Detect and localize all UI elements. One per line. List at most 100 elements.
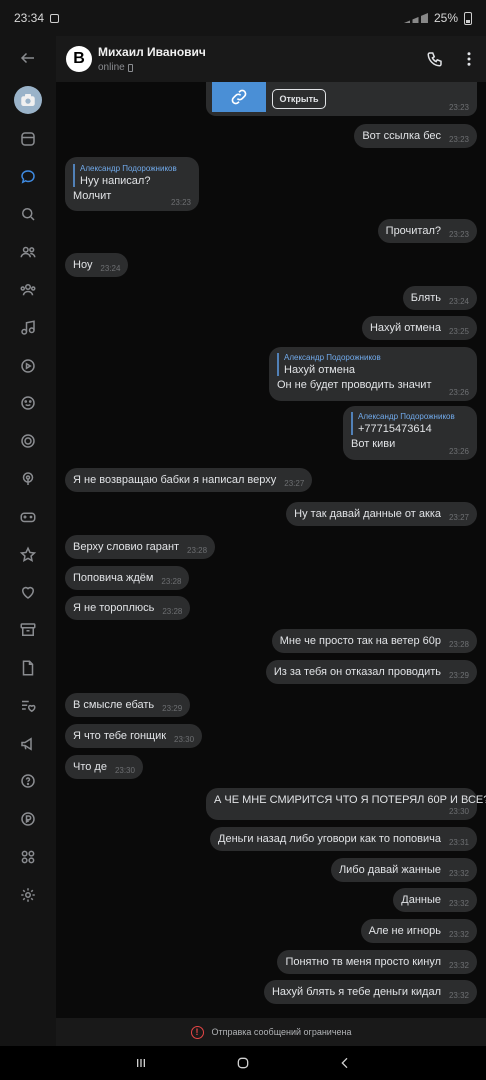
message-time: 23:26 [448, 447, 469, 456]
message-incoming[interactable]: Что де 23:30 [65, 755, 143, 779]
sidebar-item-ads[interactable] [0, 725, 56, 763]
sidebar-item-games[interactable] [0, 498, 56, 536]
link-preview-card[interactable]: Открыть 23:23 [206, 82, 477, 116]
message-outgoing[interactable]: Мне че просто так на ветер 60р 23:28 [271, 629, 477, 653]
wishlist-icon [22, 700, 36, 712]
message-time: 23:28 [161, 577, 182, 586]
message-outgoing[interactable]: Нахуй отмена 23:25 [361, 316, 477, 340]
message-incoming[interactable]: Я не тороплюсь 23:28 [65, 596, 191, 620]
profile-camera-button[interactable] [0, 80, 56, 120]
games-icon [20, 512, 36, 523]
message-text: Я не возвращаю бабки я написал верху [73, 474, 277, 486]
back-nav-icon[interactable] [337, 1055, 353, 1071]
reply-quote[interactable]: Александр Подорожников Нахуй отмена [277, 353, 469, 376]
sidebar-item-podcasts[interactable] [0, 460, 56, 498]
sidebar-item-friends[interactable] [0, 233, 56, 271]
message-text: Что де [73, 761, 107, 773]
sidebar-item-settings[interactable] [0, 876, 56, 914]
back-button[interactable] [0, 36, 56, 80]
message-incoming[interactable]: Ноу 23:24 [65, 253, 129, 277]
message-outgoing[interactable]: Прочитал? 23:23 [377, 219, 477, 243]
message-time: 23:32 [448, 961, 469, 970]
favorites-icon [19, 546, 37, 562]
message-time: 23:24 [448, 297, 469, 306]
message-text: Вот ссылка бес [362, 130, 441, 142]
reply-author: Александр Подорожников [358, 412, 455, 421]
sidebar-item-favorites[interactable] [0, 536, 56, 574]
message-outgoing[interactable]: Блять 23:24 [402, 286, 477, 310]
message-text: Либо давай жанные [338, 864, 441, 876]
message-outgoing[interactable]: Вот ссылка бес 23:23 [354, 124, 477, 148]
contact-name[interactable]: Михаил Иванович [98, 45, 206, 59]
message-text: Ноу [73, 259, 93, 271]
message-time: 23:28 [162, 607, 183, 616]
sidebar-item-likes[interactable] [0, 574, 56, 612]
avatar[interactable]: В [66, 46, 92, 72]
sidebar-item-payments[interactable] [0, 800, 56, 838]
sidebar-item-news[interactable] [0, 120, 56, 158]
camera-icon [14, 86, 42, 114]
sidebar-item-documents[interactable] [0, 649, 56, 687]
message-text: Понятно тв меня просто кинул [285, 956, 441, 968]
search-icon [22, 208, 35, 222]
sidebar-item-help[interactable] [0, 763, 56, 801]
reply-text: Нуу написал? [80, 175, 151, 187]
message-outgoing[interactable]: Але не игнорь 23:32 [360, 919, 477, 943]
stickers-icon [21, 396, 35, 411]
sidebar-item-stories[interactable] [0, 422, 56, 460]
sidebar-item-messages[interactable] [0, 158, 56, 196]
message-incoming[interactable]: Я не возвращаю бабки я написал верху 23:2… [65, 468, 313, 492]
message-outgoing[interactable]: Либо давай жанные 23:32 [330, 858, 477, 882]
message-time: 23:30 [174, 735, 195, 744]
message-outgoing[interactable]: А ЧЕ МНЕ СМИРИТСЯ ЧТО Я ПОТЕРЯЛ 60Р И ВС… [206, 788, 486, 820]
message-list[interactable]: Открыть 23:23 Вот ссылка бес 23:23 Алекса… [56, 82, 486, 1018]
warning-icon: ! [190, 1025, 204, 1039]
sidebar-item-services[interactable] [0, 838, 56, 876]
message-text: Блять [410, 292, 441, 304]
message-text: Прочитал? [385, 225, 441, 237]
message-incoming[interactable]: Александр Подорожников Нуу написал? Молчи… [65, 157, 199, 211]
message-incoming[interactable]: Поповича ждём 23:28 [65, 566, 190, 590]
message-time: 23:29 [162, 704, 183, 713]
reply-quote[interactable]: Александр Подорожников +77715473614 [351, 412, 469, 435]
recent-apps-icon[interactable] [133, 1055, 149, 1071]
reply-author: Александр Подорожников [284, 353, 381, 362]
message-outgoing[interactable]: Деньги назад либо уговори как то попович… [210, 827, 477, 851]
sidebar-item-communities[interactable] [0, 271, 56, 309]
friends-icon [20, 247, 36, 258]
message-outgoing[interactable]: Александр Подорожников Нахуй отмена Он не… [269, 347, 477, 401]
sidebar-item-archive[interactable] [0, 611, 56, 649]
message-incoming[interactable]: В смысле ебать 23:29 [65, 693, 191, 717]
home-icon[interactable] [235, 1055, 251, 1071]
sidebar-item-search[interactable] [0, 196, 56, 234]
link-icon [231, 89, 247, 105]
heart-icon [21, 587, 35, 600]
reply-text: Нахуй отмена [284, 364, 356, 376]
message-outgoing[interactable]: Александр Подорожников +77715473614 Вот к… [343, 406, 477, 460]
sidebar-item-video[interactable] [0, 347, 56, 385]
message-incoming[interactable]: Верху словио гарант 23:28 [65, 535, 216, 559]
battery-percent: 25% [433, 11, 458, 25]
stories-icon [21, 434, 35, 449]
message-outgoing[interactable]: Данные 23:32 [393, 888, 477, 912]
message-time: 23:30 [114, 766, 135, 775]
message-outgoing[interactable]: Нахуй блять я тебе деньги кидал 23:32 [263, 980, 477, 1004]
message-outgoing[interactable]: Ну так давай данные от акка 23:27 [286, 502, 477, 526]
message-incoming[interactable]: Я что тебе гонщик 23:30 [65, 724, 203, 748]
message-outgoing[interactable]: Понятно тв меня просто кинул 23:32 [277, 950, 477, 974]
reply-quote[interactable]: Александр Подорожников Нуу написал? [73, 164, 191, 187]
signal-icon [403, 13, 428, 23]
reply-author: Александр Подорожников [80, 164, 177, 173]
sidebar-item-stickers[interactable] [0, 385, 56, 423]
message-outgoing[interactable]: Из за тебя он отказал проводить 23:29 [265, 660, 477, 684]
sidebar-item-wishlist[interactable] [0, 687, 56, 725]
status-bar: 23:34 25% [0, 0, 486, 36]
message-text: Верху словио гарант [73, 541, 180, 553]
open-link-button[interactable]: Открыть [272, 89, 326, 109]
message-time: 23:23 [170, 198, 191, 207]
archive-icon [20, 623, 36, 637]
sidebar-item-music[interactable] [0, 309, 56, 347]
phone-call-icon[interactable] [426, 50, 444, 68]
back-arrow-icon [20, 52, 34, 64]
more-menu-icon[interactable] [460, 50, 478, 68]
